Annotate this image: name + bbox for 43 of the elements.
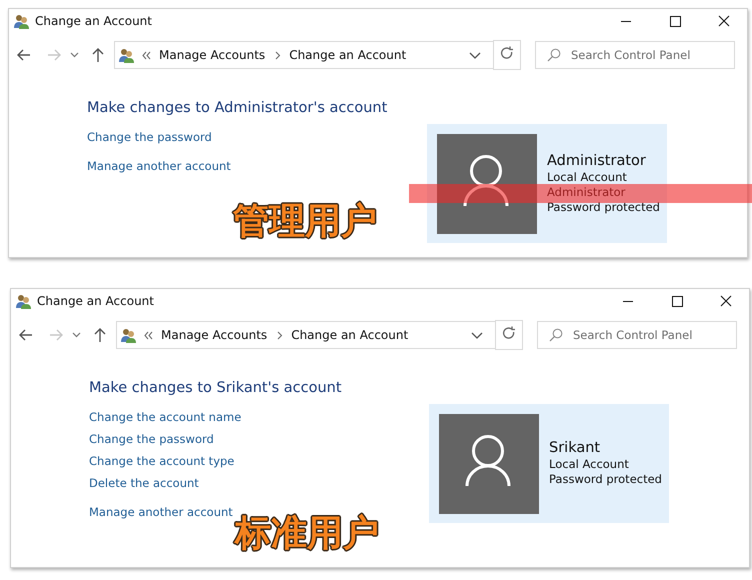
double-chevron-icon <box>142 50 151 60</box>
account-detail: Password protected <box>547 200 660 214</box>
up-arrow-icon[interactable] <box>92 327 108 343</box>
users-icon <box>118 46 135 64</box>
action-link[interactable]: Change the account type <box>89 454 429 469</box>
action-link[interactable]: Delete the account <box>89 476 429 491</box>
page-heading: Make changes to Srikant's account <box>89 380 343 396</box>
breadcrumb-item[interactable]: Manage Accounts <box>159 48 266 62</box>
account-detail: Local Account <box>547 170 628 184</box>
annotation-caption: 标准用户 <box>235 513 379 555</box>
double-chevron-icon <box>144 330 153 340</box>
chevron-right-icon <box>277 330 284 340</box>
address-bar[interactable]: Manage Accounts Change an Account <box>116 321 496 349</box>
users-icon <box>15 292 32 310</box>
breadcrumb-item[interactable]: Change an Account <box>291 328 408 342</box>
back-arrow-icon[interactable] <box>16 47 32 63</box>
account-name: Srikant <box>549 440 602 456</box>
back-arrow-icon[interactable] <box>18 327 34 343</box>
up-arrow-icon[interactable] <box>90 47 106 63</box>
users-icon <box>120 326 137 344</box>
search-field[interactable]: Search Control Panel <box>537 321 737 349</box>
account-name: Administrator <box>547 152 647 168</box>
annotation-caption: 管理用户 <box>233 201 377 243</box>
refresh-button[interactable] <box>495 320 523 350</box>
action-link[interactable]: Change the account name <box>89 410 429 425</box>
users-icon <box>13 12 30 30</box>
user-avatar-icon <box>437 134 537 234</box>
account-detail: Local Account <box>549 457 630 472</box>
action-link[interactable]: Change the password <box>89 432 429 447</box>
address-bar[interactable]: Manage Accounts Change an Account <box>114 41 494 69</box>
user-avatar-icon <box>439 414 539 514</box>
account-detail: Administrator <box>547 184 626 200</box>
breadcrumb-item[interactable]: Change an Account <box>289 48 406 62</box>
manage-another-account-link[interactable]: Manage another account <box>87 159 427 174</box>
breadcrumb-item[interactable]: Manage Accounts <box>161 328 268 342</box>
search-field[interactable]: Search Control Panel <box>535 41 735 69</box>
action-link[interactable]: Change the password <box>87 130 427 145</box>
page-heading: Make changes to Administrator's account <box>87 100 388 116</box>
window-title: Change an Account <box>35 14 152 28</box>
window-title: Change an Account <box>37 294 154 308</box>
refresh-button[interactable] <box>493 40 521 70</box>
account-detail: Password protected <box>549 472 662 487</box>
chevron-right-icon <box>275 50 282 60</box>
